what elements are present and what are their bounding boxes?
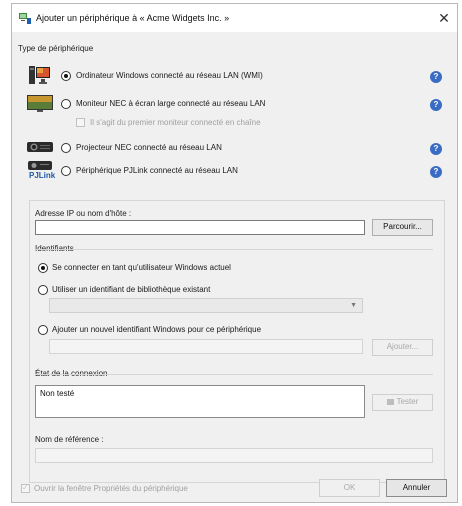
- device-type-radio-nec-projector[interactable]: [61, 143, 71, 153]
- add-device-dialog: Ajouter un périphérique à « Acme Widgets…: [11, 3, 458, 503]
- reference-name-label: Nom de référence :: [35, 435, 104, 444]
- device-type-option-windows: Ordinateur Windows connecté au réseau LA…: [76, 71, 263, 80]
- connection-status-box: Non testé: [35, 385, 365, 418]
- address-label: Adresse IP ou nom d'hôte :: [35, 209, 132, 218]
- test-button[interactable]: Tester: [372, 394, 433, 411]
- ok-button[interactable]: OK: [319, 479, 380, 497]
- device-type-radio-pjlink[interactable]: [61, 166, 71, 176]
- credential-option-current-user: Se connecter en tant qu'utilisateur Wind…: [52, 263, 231, 272]
- device-type-label: Type de périphérique: [18, 44, 94, 53]
- help-icon[interactable]: ?: [430, 166, 442, 178]
- credential-option-new: Ajouter un nouvel identifiant Windows po…: [52, 325, 262, 334]
- device-type-option-pjlink: Périphérique PJLink connecté au réseau L…: [76, 166, 238, 175]
- nec-projector-icon: [27, 142, 53, 152]
- chevron-down-icon: ▼: [350, 302, 357, 309]
- help-icon[interactable]: ?: [430, 99, 442, 111]
- new-credential-input[interactable]: [49, 339, 363, 354]
- credential-radio-new[interactable]: [38, 325, 48, 335]
- reference-name-input[interactable]: [35, 448, 433, 463]
- connection-status-text: Non testé: [40, 389, 75, 398]
- chained-monitor-checkbox[interactable]: [76, 118, 85, 127]
- browse-button[interactable]: Parcourir...: [372, 219, 433, 236]
- cancel-button[interactable]: Annuler: [386, 479, 447, 497]
- add-device-icon: [19, 13, 31, 24]
- device-type-option-nec-projector: Projecteur NEC connecté au réseau LAN: [76, 143, 222, 152]
- open-properties-label: Ouvrir la fenêtre Propriétés du périphér…: [34, 484, 188, 493]
- add-credential-button[interactable]: Ajouter...: [372, 339, 433, 356]
- title-bar: Ajouter un périphérique à « Acme Widgets…: [12, 4, 457, 32]
- chained-monitor-label: Il s'agit du premier moniteur connecté e…: [90, 118, 261, 127]
- device-type-option-nec-monitor: Moniteur NEC à écran large connecté au r…: [76, 99, 266, 108]
- credential-option-existing: Utiliser un identifiant de bibliothèque …: [52, 285, 211, 294]
- device-type-radio-nec-monitor[interactable]: [61, 99, 71, 109]
- test-button-label: Tester: [396, 397, 419, 406]
- credential-radio-current-user[interactable]: [38, 263, 48, 273]
- device-type-radio-windows[interactable]: [61, 71, 71, 81]
- pjlink-logo-text: PJLink: [29, 171, 56, 180]
- help-icon[interactable]: ?: [430, 71, 442, 83]
- existing-credential-select[interactable]: ▼: [49, 298, 363, 313]
- close-button[interactable]: ✕: [436, 10, 452, 26]
- windows-computer-icon: [29, 66, 50, 84]
- test-icon: [386, 398, 394, 405]
- nec-monitor-icon: [27, 95, 53, 112]
- address-input[interactable]: [35, 220, 365, 235]
- help-icon[interactable]: ?: [430, 143, 442, 155]
- credential-radio-existing[interactable]: [38, 285, 48, 295]
- open-properties-checkbox[interactable]: [21, 483, 30, 493]
- connection-divider: [35, 374, 433, 375]
- pjlink-device-icon: [28, 161, 52, 170]
- window-title: Ajouter un périphérique à « Acme Widgets…: [36, 13, 230, 23]
